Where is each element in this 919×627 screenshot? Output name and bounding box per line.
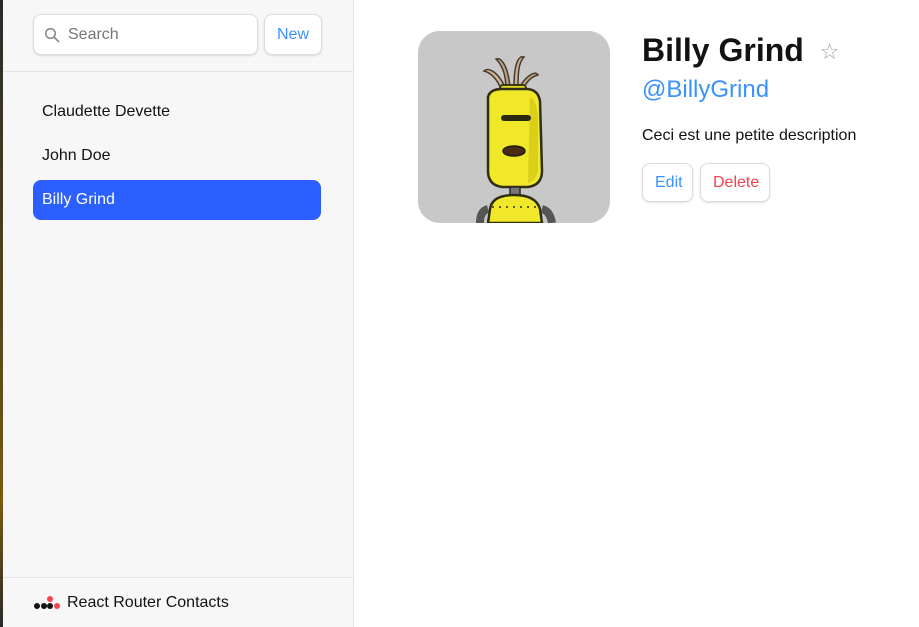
sidebar-header: New	[3, 0, 353, 72]
robot-avatar-icon	[418, 31, 610, 223]
search-icon	[44, 26, 62, 44]
contact-name-row: Billy Grind ☆	[642, 32, 840, 69]
contact-avatar	[418, 31, 610, 223]
star-outline-icon[interactable]: ☆	[820, 40, 840, 65]
search-input[interactable]	[68, 19, 248, 50]
contact-list: Claudette Devette John Doe Billy Grind	[33, 92, 321, 224]
new-contact-button[interactable]: New	[264, 14, 322, 55]
edit-button[interactable]: Edit	[642, 163, 693, 202]
contact-actions: Edit Delete	[642, 163, 770, 202]
footer-title: React Router Contacts	[67, 593, 229, 611]
contact-handle-link[interactable]: @BillyGrind	[642, 76, 769, 104]
contact-item-john-doe[interactable]: John Doe	[33, 136, 321, 176]
delete-button[interactable]: Delete	[700, 163, 770, 202]
contact-item-claudette-devette[interactable]: Claudette Devette	[33, 92, 321, 132]
contact-item-billy-grind[interactable]: Billy Grind	[33, 180, 321, 220]
contact-notes: Ceci est une petite description	[642, 127, 857, 144]
react-router-logo-icon	[34, 595, 60, 609]
contact-detail: Billy Grind ☆ @BillyGrind Ceci est une p…	[355, 0, 919, 627]
sidebar-footer: React Router Contacts	[3, 577, 353, 627]
contact-name: Billy Grind	[642, 32, 804, 68]
sidebar: New Claudette Devette John Doe Billy Gri…	[3, 0, 354, 627]
search-box[interactable]	[33, 14, 258, 55]
